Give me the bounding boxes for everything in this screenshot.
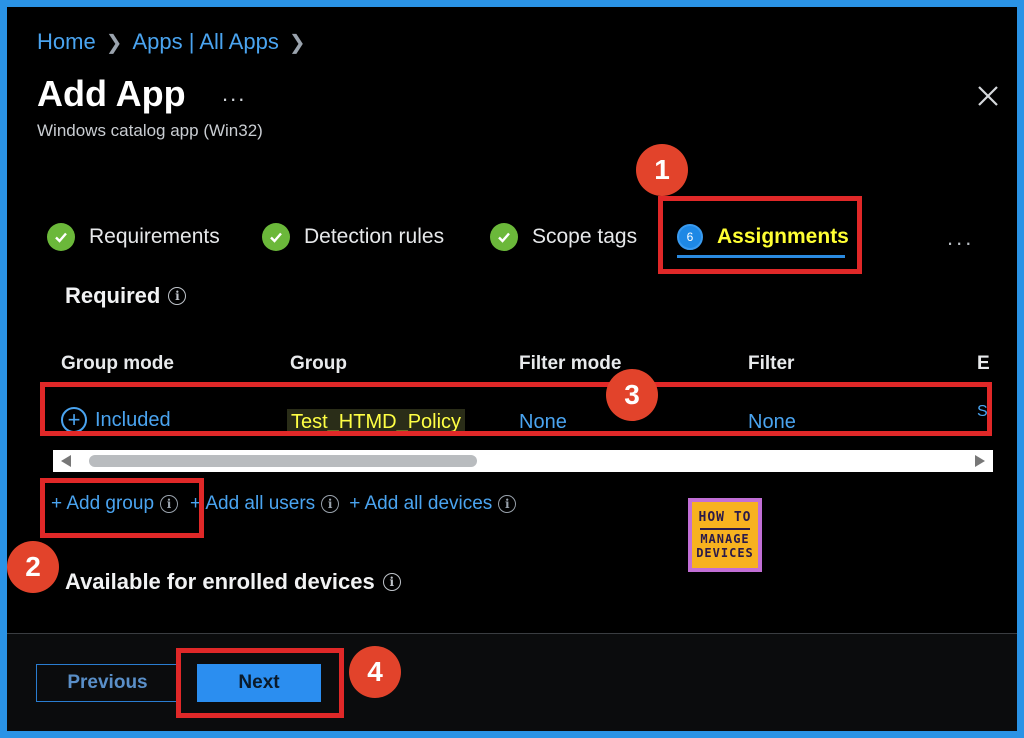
scroll-left-arrow-icon[interactable] <box>61 455 71 467</box>
column-group: Group <box>290 353 347 374</box>
add-all-devices-label: + Add all devices <box>349 493 493 514</box>
available-label: Available for enrolled devices <box>65 569 375 594</box>
info-icon[interactable]: i <box>160 495 179 513</box>
logo-inner: HOW TO MANAGE DEVICES <box>692 502 758 568</box>
add-all-users-link[interactable]: + Add all users i <box>190 493 340 515</box>
add-all-users-label: + Add all users <box>190 493 316 514</box>
extra-column-value[interactable]: S <box>977 403 988 421</box>
check-circle-icon <box>490 223 518 251</box>
page-subtitle: Windows catalog app (Win32) <box>37 121 263 140</box>
step-requirements[interactable]: Requirements <box>47 217 220 257</box>
active-step-indicator <box>677 255 845 258</box>
column-group-mode: Group mode <box>61 353 174 374</box>
check-circle-icon <box>47 223 75 251</box>
add-all-devices-link[interactable]: + Add all devices i <box>349 493 517 515</box>
group-mode-included[interactable]: + Included <box>61 407 171 433</box>
filter-link[interactable]: None <box>748 411 796 434</box>
step-label: Assignments <box>717 225 849 248</box>
steps-more-button[interactable]: ... <box>947 225 974 251</box>
step-assignments[interactable]: 6 Assignments <box>677 217 849 257</box>
how-to-manage-devices-logo: HOW TO MANAGE DEVICES <box>688 498 762 572</box>
callout-badge-3: 3 <box>606 369 658 421</box>
callout-badge-1: 1 <box>636 144 688 196</box>
close-icon[interactable] <box>971 79 1005 113</box>
logo-line1: HOW TO <box>698 510 752 525</box>
step-label: Scope tags <box>532 225 638 248</box>
more-options-button[interactable]: ... <box>222 81 246 107</box>
wizard-steps: Requirements Detection rules Scope tags … <box>47 217 997 257</box>
callout-badge-2: 2 <box>7 541 59 593</box>
chevron-right-icon: ❯ <box>288 31 306 54</box>
group-mode-value: Included <box>95 408 171 431</box>
callout-badge-4: 4 <box>349 646 401 698</box>
step-number-badge: 6 <box>677 224 703 250</box>
check-circle-icon <box>262 223 290 251</box>
scrollbar-thumb[interactable] <box>89 455 477 467</box>
column-filter: Filter <box>748 353 795 374</box>
breadcrumb-home[interactable]: Home <box>37 29 96 55</box>
breadcrumb: Home ❯ Apps | All Apps ❯ <box>37 29 306 55</box>
footer-divider <box>7 633 1017 634</box>
required-section-title: Required i <box>65 283 187 309</box>
add-links: + Add group i + Add all users i + Add al… <box>51 493 517 515</box>
previous-button[interactable]: Previous <box>36 664 179 702</box>
add-group-label: + Add group <box>51 493 155 514</box>
info-icon[interactable]: i <box>168 287 187 305</box>
add-group-link[interactable]: + Add group i <box>51 493 179 515</box>
plus-circle-icon: + <box>61 407 87 433</box>
info-icon[interactable]: i <box>498 495 517 513</box>
logo-line3: DEVICES <box>696 546 754 560</box>
group-name: Test_HTMD_Policy <box>287 409 466 436</box>
filter-mode-link[interactable]: None <box>519 411 567 434</box>
step-detection-rules[interactable]: Detection rules <box>262 217 444 257</box>
logo-line2: MANAGE <box>700 528 750 546</box>
app-panel: Home ❯ Apps | All Apps ❯ Add App ... Win… <box>7 7 1017 731</box>
column-extra: E <box>977 353 990 374</box>
breadcrumb-apps[interactable]: Apps | All Apps <box>132 29 278 55</box>
step-label: Detection rules <box>304 225 445 248</box>
required-label: Required <box>65 283 161 308</box>
step-label: Requirements <box>89 225 220 248</box>
info-icon[interactable]: i <box>321 495 340 513</box>
page-title: Add App <box>37 73 186 114</box>
horizontal-scrollbar[interactable] <box>53 450 993 472</box>
column-filter-mode: Filter mode <box>519 353 622 374</box>
available-section-title: Available for enrolled devices i <box>65 569 401 595</box>
assignment-table-header: Group mode Group Filter mode Filter E <box>61 353 1011 381</box>
info-icon[interactable]: i <box>382 573 401 591</box>
table-row: + Included Test_HTMD_Policy None None S <box>47 399 993 443</box>
scroll-right-arrow-icon[interactable] <box>975 455 985 467</box>
next-button[interactable]: Next <box>197 664 321 702</box>
chevron-right-icon: ❯ <box>105 31 123 54</box>
step-scope-tags[interactable]: Scope tags <box>490 217 637 257</box>
